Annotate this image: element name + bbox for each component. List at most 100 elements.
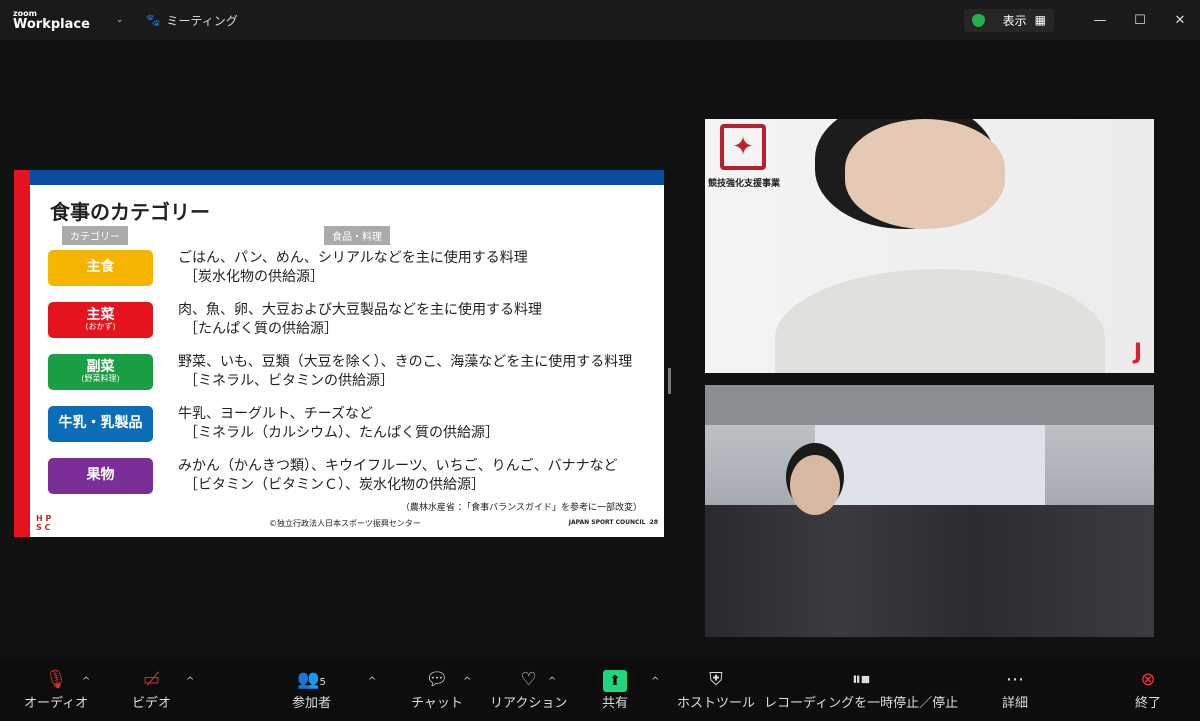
meeting-tab[interactable]: 🐾 ミーティング (145, 12, 237, 29)
meeting-label: ミーティング (166, 13, 238, 28)
shield-icon (971, 13, 985, 27)
brand: Workplace (13, 16, 90, 32)
end-icon: ⊗ (1140, 669, 1156, 690)
category-name: 牛乳・乳製品 (58, 415, 143, 432)
shield-icon: ⛨ (709, 669, 723, 690)
category-description: ごはん、パン、めん、シリアルなどを主に使用する料理 ［炭水化物の供給源］ (178, 249, 528, 287)
chat-caret[interactable]: ^ (463, 676, 471, 687)
description-source: ［ミネラル（カルシウム）、たんぱく質の供給源］ (184, 425, 499, 441)
zoom-logo: zoom Workplace (13, 9, 90, 32)
video-tile-classroom[interactable] (705, 385, 1154, 637)
category-description: みかん（かんきつ類）、キウイフルーツ、いちご、りんご、バナナなど ［ビタミン（ビタ… (178, 457, 618, 495)
recording-label: レコーディングを一時停止／停止 (764, 696, 959, 711)
classroom-windows (815, 425, 1045, 515)
grid-icon: ▦ (1034, 13, 1046, 27)
category-sub: (おかず) (85, 322, 116, 332)
audio-label: オーディオ (24, 696, 89, 711)
share-label: 共有 (602, 696, 629, 711)
description-line: 肉、魚、卵、大豆および大豆製品などを主に使用する料理 (178, 302, 542, 318)
title-bar: zoom Workplace ⌄ 🐾 ミーティング 表示 ▦ — ☐ ✕ (0, 0, 1200, 40)
close-button[interactable]: ✕ (1160, 13, 1200, 28)
description-line: ごはん、パン、めん、シリアルなどを主に使用する料理 (178, 250, 528, 266)
view-label: 表示 (1002, 13, 1027, 28)
host-tools-button[interactable]: ⛨ ホストツール (677, 668, 755, 711)
more-icon: ⋯ (1006, 669, 1024, 690)
students (705, 505, 1154, 637)
chat-label: チャット (411, 696, 463, 711)
category-badge: 果物 (48, 458, 153, 494)
minimize-button[interactable]: — (1080, 13, 1120, 28)
category-description: 肉、魚、卵、大豆および大豆製品などを主に使用する料理 ［たんぱく質の供給源］ (178, 301, 542, 339)
category-name: 果物 (86, 467, 115, 484)
page-number: 28 (649, 519, 658, 526)
chevron-down-icon[interactable]: ⌄ (116, 15, 124, 25)
org-caption: 競技強化支援事業 (708, 179, 781, 189)
description-source: ［たんぱく質の供給源］ (184, 321, 338, 337)
description-source: ［ビタミン（ビタミンＣ）、炭水化物の供給源］ (184, 477, 485, 493)
participants-label: 参加者 (292, 696, 332, 711)
category-badge: 副菜 (野菜料理) (48, 354, 153, 390)
speaker-body (775, 269, 1105, 373)
slide-blue-bar (30, 170, 664, 185)
share-button[interactable]: ⬆ 共有 (602, 668, 628, 711)
pause-stop-icon: ⏸⏹ (852, 669, 871, 690)
chat-icon: 💬︎ (425, 669, 449, 690)
audio-options-caret[interactable]: ^ (82, 676, 90, 687)
share-caret[interactable]: ^ (651, 676, 659, 687)
category-badge: 牛乳・乳製品 (48, 406, 153, 442)
slide-red-bar (14, 170, 30, 537)
j-logo-icon: J (1133, 340, 1142, 365)
source-note: （農林水産省 ：「食事バランスガイド」を参考に一部改変） (400, 503, 642, 513)
recording-button[interactable]: ⏸⏹ レコーディングを一時停止／停止 (764, 668, 958, 711)
participants-caret[interactable]: ^ (368, 676, 376, 687)
description-line: 牛乳、ヨーグルト、チーズなど (178, 406, 374, 422)
category-description: 牛乳、ヨーグルト、チーズなど ［ミネラル（カルシウム）、たんぱく質の供給源］ (178, 405, 499, 443)
paw-icon: 🐾 (145, 13, 161, 27)
participants-button[interactable]: 👥5 参加者 (292, 668, 331, 711)
slide-title: 食事のカテゴリー (50, 200, 210, 224)
copyright: ©独立行政法人日本スポーツ振興センター (269, 519, 421, 528)
org-logo-icon: ✦ (720, 124, 766, 170)
speaker-person (845, 119, 1005, 229)
video-button[interactable]: ▭̸ ビデオ (132, 668, 171, 711)
category-sub: (野菜料理) (81, 374, 120, 384)
footer-council: JAPAN SPORT COUNCIL 28 (569, 519, 658, 526)
category-badge: 主食 (48, 250, 153, 286)
council-name: JAPAN SPORT COUNCIL (568, 519, 646, 526)
video-off-icon: ▭̸ (143, 669, 161, 690)
description-source: ［炭水化物の供給源］ (184, 269, 324, 285)
shared-slide: 食事のカテゴリー カテゴリー 食品・料理 主食 ごはん、パン、めん、シリアルなどを… (14, 170, 664, 537)
description-source: ［ミネラル、ビタミンの供給源］ (184, 373, 394, 389)
share-arrow-icon: ⬆ (603, 670, 627, 692)
participants-icon: 👥 (297, 669, 320, 690)
splitter-handle[interactable] (668, 368, 671, 394)
category-name: 主食 (86, 259, 115, 276)
hpsc-logo: H PS C (36, 514, 52, 532)
category-name: 副菜 (86, 358, 115, 375)
category-badge: 主菜 (おかず) (48, 302, 153, 338)
video-label: ビデオ (132, 696, 172, 711)
chat-button[interactable]: 💬︎ チャット (411, 668, 463, 711)
audio-button[interactable]: 🎙︎ オーディオ (24, 668, 88, 711)
reactions-label: リアクション (490, 696, 568, 711)
student-face (790, 455, 840, 515)
reactions-button[interactable]: ♡ リアクション (490, 668, 567, 711)
category-description: 野菜、いも、豆類（大豆を除く）、きのこ、海藻などを主に使用する料理 ［ミネラル、ビ… (178, 353, 632, 391)
video-options-caret[interactable]: ^ (186, 676, 194, 687)
maximize-button[interactable]: ☐ (1120, 13, 1160, 28)
description-line: みかん（かんきつ類）、キウイフルーツ、いちご、りんご、バナナなど (178, 458, 618, 474)
more-button[interactable]: ⋯ 詳細 (1002, 668, 1028, 711)
host-tools-label: ホストツール (677, 696, 756, 711)
video-tile-speaker[interactable]: ✦ 競技強化支援事業 J (705, 119, 1154, 373)
end-label: 終了 (1135, 696, 1162, 711)
participants-count: 5 (319, 677, 326, 688)
category-name: 主菜 (86, 306, 115, 323)
view-button[interactable]: 表示 ▦ (963, 8, 1054, 32)
end-button[interactable]: ⊗ 終了 (1135, 668, 1161, 711)
header-food: 食品・料理 (324, 226, 390, 245)
description-line: 野菜、いも、豆類（大豆を除く）、きのこ、海藻などを主に使用する料理 (178, 354, 633, 370)
mic-muted-icon: 🎙︎ (44, 669, 68, 690)
reactions-caret[interactable]: ^ (548, 676, 556, 687)
classroom-ceiling (705, 385, 1154, 425)
more-label: 詳細 (1002, 696, 1029, 711)
